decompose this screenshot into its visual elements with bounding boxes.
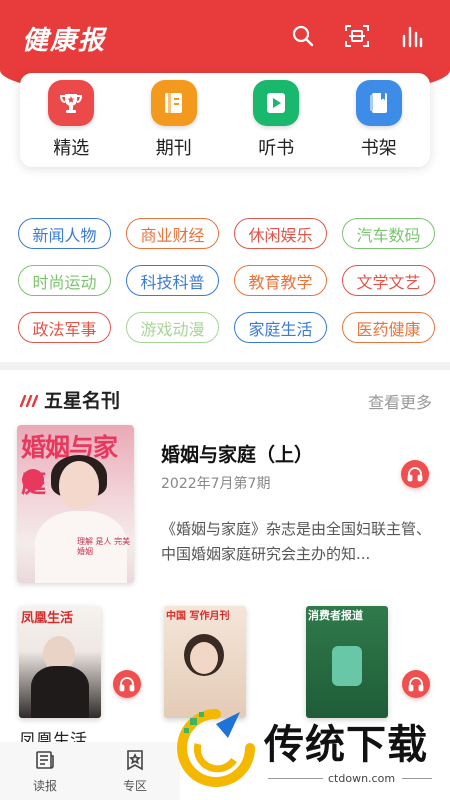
category-medicine-health[interactable]: 医药健康 (342, 312, 435, 343)
play-icon (253, 80, 300, 126)
category-literature[interactable]: 文学文艺 (342, 265, 435, 296)
category-fashion-sports[interactable]: 时尚运动 (18, 265, 111, 296)
nav-label: 期刊 (155, 138, 192, 159)
cover-blurb: 理解 是人 完美婚姻 (77, 537, 131, 557)
category-business[interactable]: 商业财经 (126, 218, 219, 249)
journal-icon (150, 80, 197, 126)
cover-masthead: 凤凰生活 (21, 611, 74, 626)
category-family-life[interactable]: 家庭生活 (234, 312, 327, 343)
search-icon[interactable] (287, 20, 319, 52)
see-more-link[interactable]: 查看更多 (368, 389, 432, 413)
watermark-rule (268, 778, 323, 779)
category-auto-digital[interactable]: 汽车数码 (342, 218, 435, 249)
cover-illustration (332, 646, 362, 686)
tab-label: 专区 (122, 778, 147, 793)
audio-bars-icon[interactable] (396, 20, 428, 52)
nav-journals[interactable]: 期刊 (134, 80, 214, 160)
tab-read-newspaper[interactable]: 读报 (0, 742, 90, 800)
cover-figure-face (190, 642, 218, 674)
nav-audiobooks[interactable]: 听书 (236, 80, 316, 160)
nav-featured[interactable]: 精选 (31, 80, 111, 160)
app-logo: 健康报 (22, 26, 107, 56)
category-grid: 新闻人物 商业财经 休闲娱乐 汽车数码 时尚运动 科技科普 教育教学 文学文艺 … (18, 218, 435, 343)
magazine-cover[interactable]: 凤凰生活 (19, 606, 101, 718)
slashes-icon (19, 392, 39, 411)
quick-nav-card: 精选 期刊 听书 书架 (20, 73, 430, 167)
category-science[interactable]: 科技科普 (126, 265, 219, 296)
category-law-military[interactable]: 政法军事 (18, 312, 111, 343)
featured-cover[interactable]: 婚姻与家庭 理解 是人 完美婚姻 (17, 425, 134, 583)
app-screen: 健康报 精选 期刊 听书 书架 新闻人物 商业财经 休闲娱乐 汽车数码 时尚运动… (0, 0, 450, 800)
cover-figure-face (59, 461, 99, 509)
featured-date: 2022年7月第7期 (161, 476, 271, 492)
cover-masthead: 消费者报道 (308, 609, 363, 622)
tab-zone[interactable]: 专区 (90, 742, 180, 800)
nav-label: 书架 (360, 138, 397, 159)
star-badge-icon (124, 749, 146, 775)
section-divider (0, 362, 450, 370)
headphones-icon[interactable] (113, 670, 141, 698)
watermark: 传统下载 ctdown.com (176, 700, 436, 800)
category-education[interactable]: 教育教学 (234, 265, 327, 296)
headphones-icon[interactable] (401, 460, 429, 488)
cover-masthead: 中国 写作月刊 (166, 611, 230, 622)
watermark-url: ctdown.com (328, 772, 396, 785)
trophy-icon (48, 80, 95, 126)
watermark-rule (402, 778, 432, 779)
watermark-logo-icon (177, 709, 255, 787)
category-games-anime[interactable]: 游戏动漫 (126, 312, 219, 343)
headphones-icon[interactable] (402, 670, 430, 698)
featured-title[interactable]: 婚姻与家庭（上） (161, 440, 313, 467)
watermark-text: 传统下载 (264, 722, 428, 768)
bookshelf-icon (355, 80, 402, 126)
cover-figure-body (31, 666, 89, 718)
nav-label: 听书 (258, 138, 295, 159)
cover-badge (22, 469, 44, 491)
newspaper-icon (34, 749, 56, 775)
nav-label: 精选 (53, 138, 90, 159)
featured-description: 《婚姻与家庭》杂志是由全国妇联主管、中国婚姻家庭研究会主办的知... (161, 520, 432, 563)
category-news-people[interactable]: 新闻人物 (18, 218, 111, 249)
category-leisure[interactable]: 休闲娱乐 (234, 218, 327, 249)
section-title: 五星名刊 (44, 390, 121, 412)
tab-label: 读报 (32, 778, 57, 793)
bottom-tab-bar: 读报 专区 (0, 742, 180, 800)
nav-bookshelf[interactable]: 书架 (339, 80, 419, 160)
scan-icon[interactable] (341, 20, 373, 52)
